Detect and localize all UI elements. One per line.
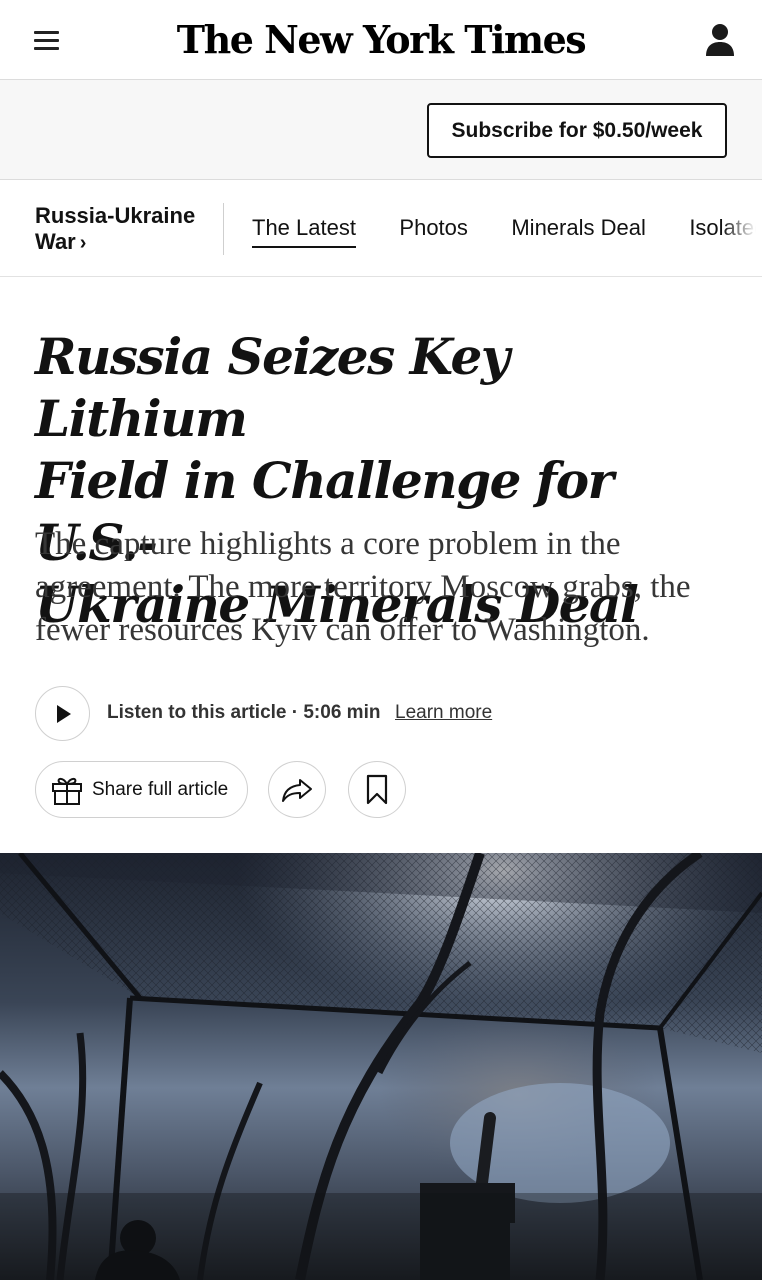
section-title-line2: War	[35, 229, 76, 254]
summary-line: agreement. The more territory Moscow gra…	[35, 569, 691, 605]
user-account-icon	[706, 24, 734, 56]
summary-line: The capture highlights a core problem in…	[35, 526, 621, 562]
subscribe-bar: Subscribe for $0.50/week	[0, 80, 762, 180]
account-button[interactable]	[700, 20, 740, 60]
listen-label: Listen to this article · 5:06 min	[107, 702, 381, 723]
learn-more-link[interactable]: Learn more	[395, 702, 492, 724]
nyt-logo[interactable]: The New York Times	[0, 12, 762, 68]
section-tabs: The Latest Photos Minerals Deal Isolated…	[252, 215, 762, 248]
bookmark-icon	[366, 774, 388, 804]
share-full-article-label: Share full article	[92, 778, 229, 800]
share-arrow-icon	[282, 778, 312, 802]
play-icon	[56, 704, 71, 723]
save-bookmark-button[interactable]	[348, 761, 406, 818]
tab-photos[interactable]: Photos	[399, 215, 468, 246]
lead-photo	[0, 853, 762, 1280]
section-nav: Russia-Ukraine War › The Latest Photos Mi…	[0, 181, 762, 277]
headline-line: Russia Seizes Key Lithium	[35, 327, 510, 448]
section-title-link[interactable]: Russia-Ukraine War ›	[35, 203, 215, 256]
section-title-line1: Russia-Ukraine	[35, 203, 196, 228]
share-full-article-button[interactable]: Share full article	[35, 761, 248, 818]
tabs-fade	[722, 181, 762, 276]
subscribe-button[interactable]: Subscribe for $0.50/week	[427, 103, 727, 158]
chevron-right-icon: ›	[79, 232, 87, 254]
tab-minerals-deal[interactable]: Minerals Deal	[511, 215, 646, 246]
gift-icon	[52, 777, 82, 805]
top-header: The New York Times	[0, 0, 762, 80]
play-audio-button[interactable]	[35, 686, 90, 741]
summary-line: fewer resources Kyiv can offer to Washin…	[35, 612, 650, 648]
nav-divider	[223, 203, 224, 255]
article-summary: The capture highlights a core problem in…	[35, 523, 735, 652]
share-button[interactable]	[268, 761, 326, 818]
lead-photo-image	[0, 853, 762, 1280]
tab-the-latest[interactable]: The Latest	[252, 215, 356, 248]
